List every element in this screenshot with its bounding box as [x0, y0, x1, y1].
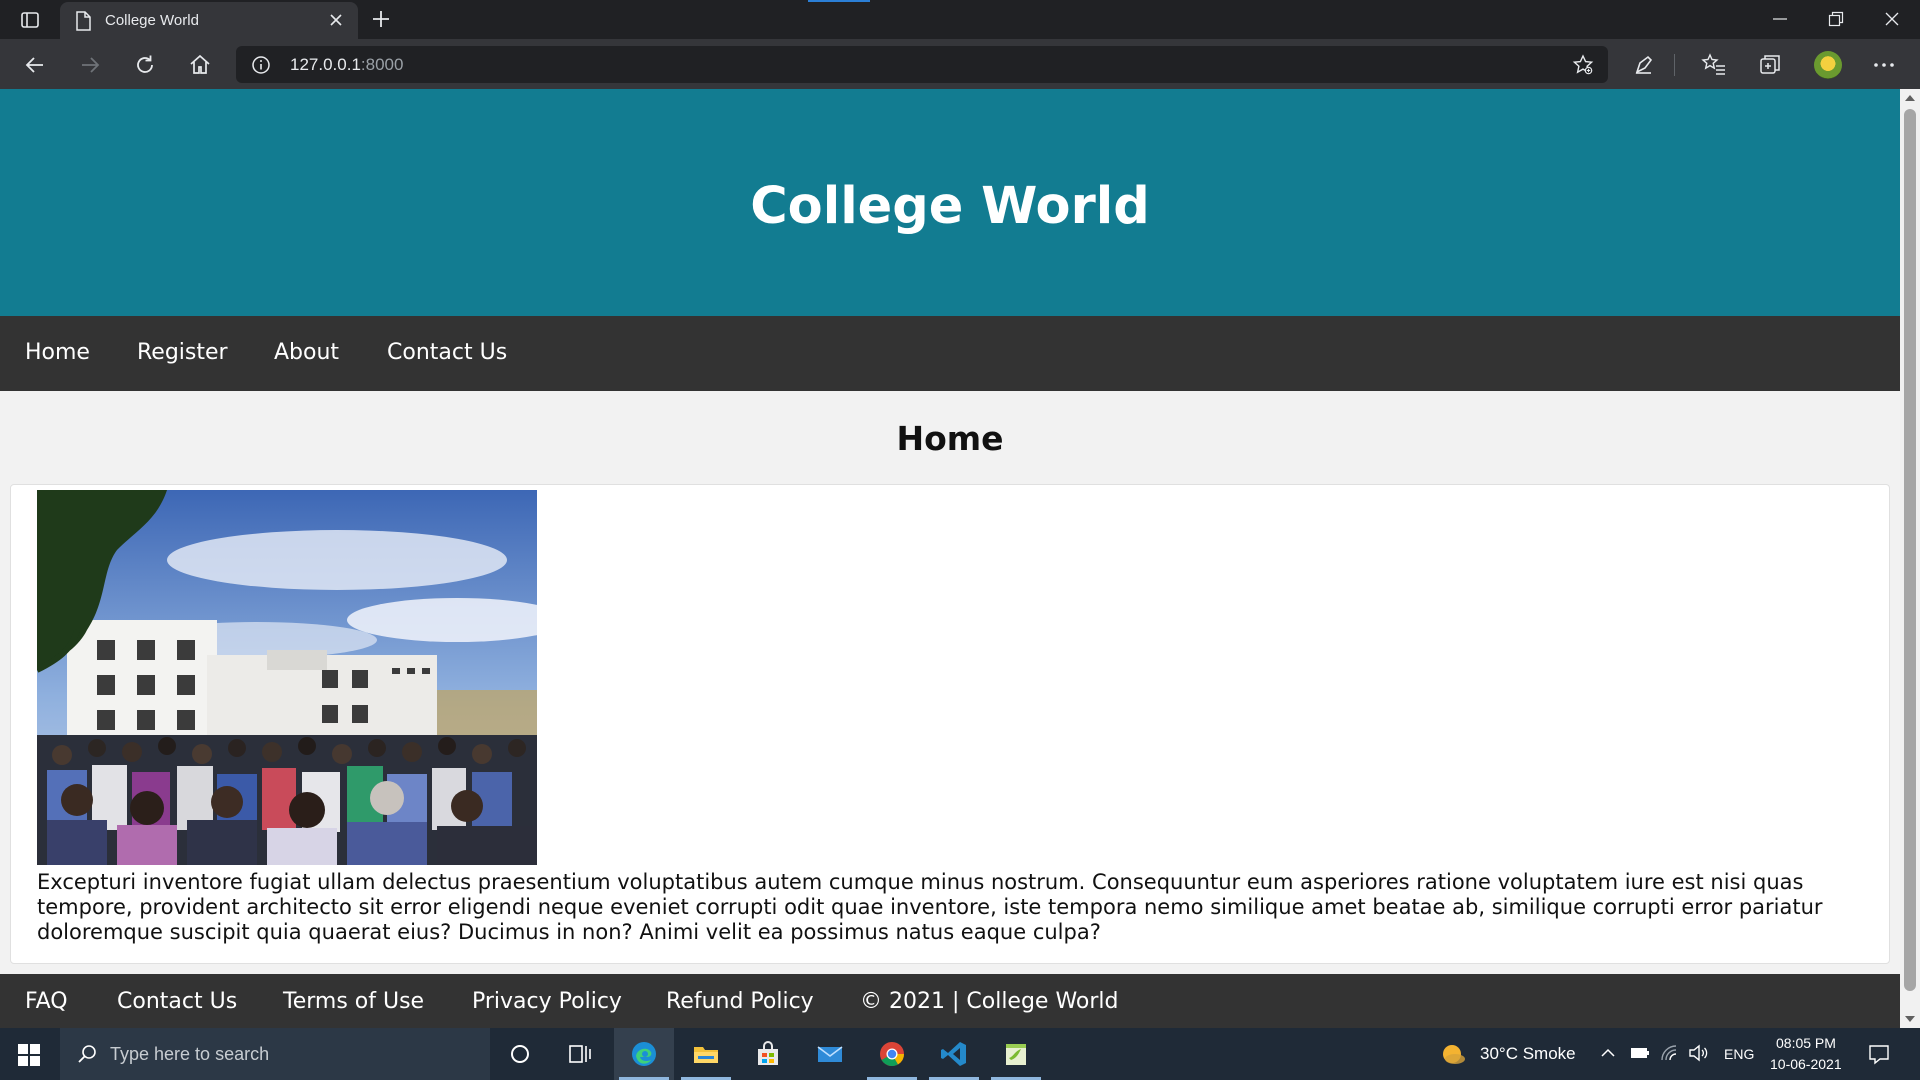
footer-privacy-link[interactable]: Privacy Policy: [472, 989, 622, 1014]
new-tab-icon[interactable]: [370, 8, 392, 30]
volume-icon[interactable]: [1688, 1044, 1710, 1062]
mail-icon: [817, 1046, 843, 1062]
site-info-icon[interactable]: [251, 55, 271, 75]
store-icon: [758, 1041, 778, 1065]
nav-contact-link[interactable]: Contact Us: [387, 340, 507, 365]
url-host: 127.0.0.1: [290, 55, 361, 74]
notepad-plus-icon: [1006, 1044, 1026, 1065]
page-icon: [76, 11, 91, 31]
windows-taskbar: Type here to search 30°C Smoke ENG 08:05…: [0, 1028, 1920, 1080]
taskbar-mail[interactable]: [800, 1028, 860, 1080]
tab-actions-icon[interactable]: [20, 10, 40, 30]
search-icon: [78, 1045, 96, 1063]
taskbar-notepad-plus[interactable]: [986, 1028, 1046, 1080]
close-tab-icon[interactable]: [326, 10, 346, 30]
footer-contact-link[interactable]: Contact Us: [117, 989, 237, 1014]
browser-toolbar: 127.0.0.1:8000: [0, 39, 1920, 89]
body-paragraph: Excepturi inventore fugiat ullam delectu…: [37, 870, 1823, 944]
taskbar-vscode[interactable]: [924, 1028, 984, 1080]
taskbar-search-box[interactable]: Type here to search: [60, 1028, 490, 1080]
close-window-button[interactable]: [1864, 0, 1920, 39]
search-placeholder: Type here to search: [110, 1044, 270, 1064]
main-nav: Home Register About Contact Us: [0, 316, 1900, 391]
page-scrollbar[interactable]: [1900, 89, 1920, 1028]
folder-icon: [694, 1047, 718, 1063]
site-header: College World: [0, 89, 1900, 316]
page-viewport: College World Home Register About Contac…: [0, 89, 1900, 1028]
chevron-up-icon[interactable]: [1600, 1046, 1616, 1060]
site-title: College World: [750, 177, 1150, 236]
scroll-up-arrow[interactable]: [1905, 95, 1915, 101]
minimize-button[interactable]: [1752, 0, 1808, 39]
loading-indicator: [808, 0, 870, 2]
wifi-icon[interactable]: [1660, 1044, 1680, 1062]
read-aloud-icon[interactable]: [1631, 52, 1657, 78]
tab-title: College World: [105, 12, 199, 29]
clock-date[interactable]: 10-06-2021: [1770, 1056, 1842, 1072]
battery-icon[interactable]: [1630, 1046, 1650, 1060]
footer-terms-link[interactable]: Terms of Use: [283, 989, 424, 1014]
url-port: :8000: [360, 55, 404, 74]
content-card: Excepturi inventore fugiat ullam delectu…: [10, 484, 1890, 964]
restore-icon: [1828, 11, 1844, 27]
notifications-icon[interactable]: [1868, 1043, 1890, 1065]
edge-icon: [632, 1042, 656, 1066]
nav-register-link[interactable]: Register: [137, 340, 228, 365]
vscode-icon: [941, 1042, 966, 1066]
favorites-icon[interactable]: [1701, 52, 1727, 78]
browser-tab-strip: College World: [0, 0, 1920, 39]
nav-home-link[interactable]: Home: [25, 340, 90, 365]
page-heading: Home: [896, 419, 1004, 458]
task-view-icon: [569, 1045, 591, 1063]
toolbar-divider: [1674, 54, 1675, 76]
footer-faq-link[interactable]: FAQ: [25, 989, 68, 1014]
nav-about-link[interactable]: About: [274, 340, 339, 365]
footer-copyright: © 2021 | College World: [860, 989, 1119, 1014]
scroll-down-arrow[interactable]: [1905, 1016, 1915, 1022]
footer-refund-link[interactable]: Refund Policy: [666, 989, 814, 1014]
scrollbar-thumb[interactable]: [1904, 109, 1916, 991]
taskbar-edge[interactable]: [614, 1028, 674, 1080]
weather-text[interactable]: 30°C Smoke: [1480, 1044, 1576, 1064]
clock-time[interactable]: 08:05 PM: [1776, 1035, 1836, 1051]
home-icon[interactable]: [187, 52, 213, 78]
add-favorite-icon[interactable]: [1572, 54, 1594, 76]
site-footer: FAQ Contact Us Terms of Use Privacy Poli…: [0, 974, 1900, 1028]
collections-icon[interactable]: [1757, 52, 1783, 78]
refresh-icon[interactable]: [132, 52, 158, 78]
weather-icon[interactable]: [1440, 1042, 1466, 1066]
college-photo: [37, 490, 537, 865]
task-view-button[interactable]: [550, 1028, 610, 1080]
cortana-icon: [511, 1045, 529, 1063]
windows-start-icon[interactable]: [18, 1044, 40, 1066]
profile-avatar[interactable]: [1814, 51, 1842, 79]
taskbar-file-explorer[interactable]: [676, 1028, 736, 1080]
minimize-icon: [1773, 18, 1787, 20]
restore-button[interactable]: [1808, 0, 1864, 39]
cortana-button[interactable]: [490, 1028, 550, 1080]
taskbar-chrome[interactable]: [862, 1028, 922, 1080]
taskbar-store[interactable]: [738, 1028, 798, 1080]
language-indicator[interactable]: ENG: [1724, 1046, 1754, 1062]
url-text: 127.0.0.1:8000: [290, 55, 403, 75]
browser-tab[interactable]: College World: [60, 2, 358, 39]
back-icon[interactable]: [22, 52, 48, 78]
close-icon: [1885, 12, 1899, 26]
address-bar[interactable]: 127.0.0.1:8000: [236, 46, 1608, 83]
more-options-icon[interactable]: [1871, 52, 1897, 78]
forward-icon[interactable]: [77, 52, 103, 78]
chrome-icon: [880, 1042, 904, 1067]
